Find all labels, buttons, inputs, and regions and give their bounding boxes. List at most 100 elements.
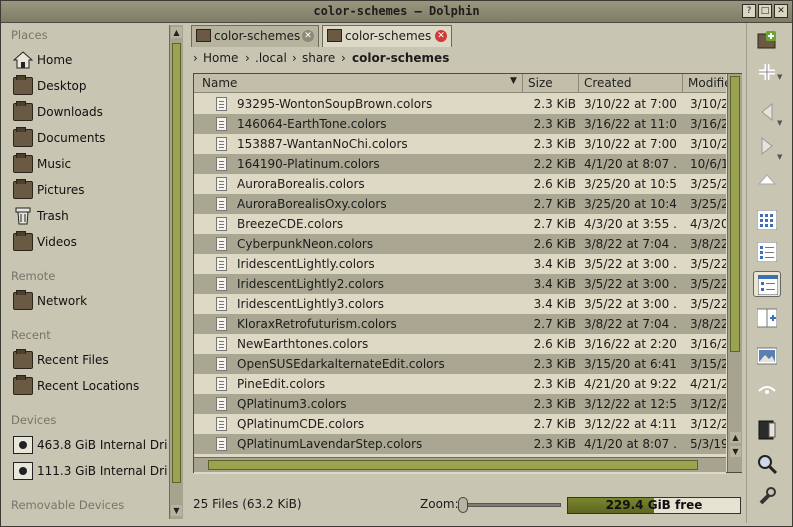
file-name: AuroraBorealis.colors: [237, 177, 365, 191]
section-title-recent: Recent: [11, 328, 51, 342]
table-row[interactable]: AuroraBorealisOxy.colors 2.7 KiB 3/25/20 a…: [194, 194, 726, 214]
table-row[interactable]: PineEdit.colors 2.3 KiB 4/21/20 at 9:22...…: [194, 374, 726, 394]
column-created[interactable]: Created: [584, 76, 632, 90]
file-created: 3/12/22 at 12:5...: [584, 397, 678, 411]
zoom-slider-handle[interactable]: [458, 497, 468, 513]
column-name[interactable]: Name: [202, 76, 237, 90]
table-row[interactable]: IridescentLightly3.colors 3.4 KiB 3/5/22 a…: [194, 294, 726, 314]
sidebar-item-drive-2[interactable]: 111.3 GiB Internal Dri...: [11, 460, 169, 482]
sidebar-item-recent-files[interactable]: Recent Files: [11, 349, 169, 371]
column-separator[interactable]: [682, 74, 683, 93]
file-list-scrollbar[interactable]: ▲ ▼: [727, 74, 742, 472]
sidebar-item-home[interactable]: Home: [11, 49, 169, 71]
file-size: 2.3 KiB: [533, 97, 576, 111]
sidebar-item-label: Desktop: [37, 79, 87, 93]
scroll-up-arrow-icon[interactable]: ▲: [171, 27, 182, 38]
sidebar-item-drive-1[interactable]: 463.8 GiB Internal Dri...: [11, 434, 169, 456]
compact-view-button[interactable]: [753, 239, 781, 265]
table-row[interactable]: 164190-Platinum.colors 2.2 KiB 4/1/20 at 8…: [194, 154, 726, 174]
table-row[interactable]: IridescentLightly2.colors 3.4 KiB 3/5/22 a…: [194, 274, 726, 294]
scroll-down-arrow-icon[interactable]: ▼: [730, 446, 741, 457]
icons-view-button[interactable]: [753, 207, 781, 233]
file-name: NewEarthtones.colors: [237, 337, 369, 351]
sidebar-item-downloads[interactable]: Downloads: [11, 101, 169, 123]
forward-dropdown-icon[interactable]: ▼: [777, 153, 782, 161]
table-row[interactable]: 153887-WantanNoChi.colors 2.3 KiB 3/10/22 …: [194, 134, 726, 154]
sidebar-item-desktop[interactable]: Desktop: [11, 75, 169, 97]
table-row[interactable]: BreezeCDE.colors 2.7 KiB 4/3/20 at 3:55 ..…: [194, 214, 726, 234]
sort-chevron-down-icon[interactable]: ▼: [510, 76, 517, 86]
zoom-slider[interactable]: [461, 503, 561, 507]
table-row[interactable]: KloraxRetrofuturism.colors 2.7 KiB 3/8/22 …: [194, 314, 726, 334]
details-view-button[interactable]: [753, 271, 781, 297]
add-button[interactable]: [753, 59, 781, 85]
sidebar-scroll-thumb[interactable]: [172, 43, 181, 483]
up-button[interactable]: [753, 167, 781, 193]
file-size: 2.6 KiB: [533, 177, 576, 191]
new-folder-button[interactable]: [753, 27, 781, 53]
add-icon: [759, 64, 775, 80]
table-row[interactable]: QPlatinum3.colors 2.3 KiB 3/12/22 at 12:5.…: [194, 394, 726, 414]
table-row[interactable]: NewEarthtones.colors 2.6 KiB 3/16/22 at 2:…: [194, 334, 726, 354]
help-button[interactable]: ?: [742, 4, 756, 18]
column-separator[interactable]: [522, 74, 523, 93]
file-icon: [216, 437, 227, 451]
table-row[interactable]: OpenSUSEdarkalternateEdit.colors 2.3 KiB 3…: [194, 354, 726, 374]
show-hidden-button[interactable]: [753, 377, 781, 403]
horizontal-scroll-thumb[interactable]: [208, 460, 698, 470]
sidebar-item-videos[interactable]: Videos: [11, 231, 169, 253]
sidebar-item-recent-locations[interactable]: Recent Locations: [11, 375, 169, 397]
sidebar-item-network[interactable]: Network: [11, 290, 169, 312]
breadcrumb-home[interactable]: Home: [203, 51, 238, 65]
file-name: IridescentLightly2.colors: [237, 277, 384, 291]
file-list-scroll-thumb[interactable]: [730, 76, 740, 352]
sidebar-item-label: Music: [37, 157, 72, 171]
file-modified: 5/3/19: [690, 437, 726, 451]
table-row[interactable]: AuroraBorealis.colors 2.6 KiB 3/25/20 at 1…: [194, 174, 726, 194]
file-modified: 4/21/2: [690, 377, 726, 391]
sidebar-item-pictures[interactable]: Pictures: [11, 179, 169, 201]
column-separator[interactable]: [578, 74, 579, 93]
table-row[interactable]: CyberpunkNeon.colors 2.6 KiB 3/8/22 at 7:0…: [194, 234, 726, 254]
file-created: 3/25/20 at 10:5...: [584, 177, 678, 191]
close-tab-icon[interactable]: ✕: [435, 30, 447, 42]
close-window-button[interactable]: ✕: [774, 4, 788, 18]
breadcrumb-share[interactable]: share: [302, 51, 335, 65]
add-dropdown-icon[interactable]: ▼: [777, 73, 782, 81]
tab-color-schemes-1[interactable]: color-schemes ✕: [191, 25, 319, 47]
sidebar-item-music[interactable]: Music: [11, 153, 169, 175]
terminal-button[interactable]: [753, 417, 781, 443]
scroll-up-arrow-icon[interactable]: ▲: [730, 432, 741, 443]
maximize-button[interactable]: □: [758, 4, 772, 18]
column-modified[interactable]: Modifie: [688, 76, 732, 90]
table-row[interactable]: 146064-EarthTone.colors 2.3 KiB 3/16/22 at…: [194, 114, 726, 134]
sidebar-item-documents[interactable]: Documents: [11, 127, 169, 149]
back-dropdown-icon[interactable]: ▼: [777, 119, 782, 127]
table-row[interactable]: QPlatinumCDE.colors 2.7 KiB 3/12/22 at 4:1…: [194, 414, 726, 434]
split-view-button[interactable]: [753, 305, 781, 331]
folder-icon: [13, 290, 33, 310]
preview-button[interactable]: [753, 343, 781, 369]
sidebar-item-trash[interactable]: Trash: [11, 205, 169, 227]
search-button[interactable]: [753, 451, 781, 477]
horizontal-scrollbar[interactable]: [194, 457, 726, 472]
scroll-down-arrow-icon[interactable]: ▼: [171, 505, 182, 516]
file-list-view[interactable]: Name ▼ Size Created Modifie 93295-Wonton…: [193, 73, 742, 474]
column-size[interactable]: Size: [528, 76, 553, 90]
table-row[interactable]: 93295-WontonSoupBrown.colors 2.3 KiB 3/10/…: [194, 94, 726, 114]
free-space-bar[interactable]: 229.4 GiB free: [567, 497, 741, 514]
breadcrumb-current[interactable]: color-schemes: [352, 51, 449, 65]
table-row[interactable]: IridescentLightly.colors 3.4 KiB 3/5/22 at…: [194, 254, 726, 274]
settings-button[interactable]: [753, 483, 781, 509]
table-row[interactable]: QPlatinumLavendarStep.colors 2.3 KiB 4/1/2…: [194, 434, 726, 454]
titlebar[interactable]: color-schemes — Dolphin ? □ ✕: [1, 1, 792, 23]
close-tab-icon[interactable]: ✕: [302, 30, 314, 42]
folder-icon: [13, 127, 33, 147]
places-panel: Places Home Desktop Downloads Documents …: [3, 23, 171, 521]
file-icon: [216, 417, 227, 431]
back-icon: [761, 102, 773, 122]
tab-color-schemes-2[interactable]: color-schemes ✕: [322, 25, 452, 47]
sidebar-scrollbar[interactable]: ▲ ▼: [169, 25, 183, 519]
file-created: 3/12/22 at 4:11...: [584, 417, 678, 431]
breadcrumb-local[interactable]: .local: [255, 51, 287, 65]
